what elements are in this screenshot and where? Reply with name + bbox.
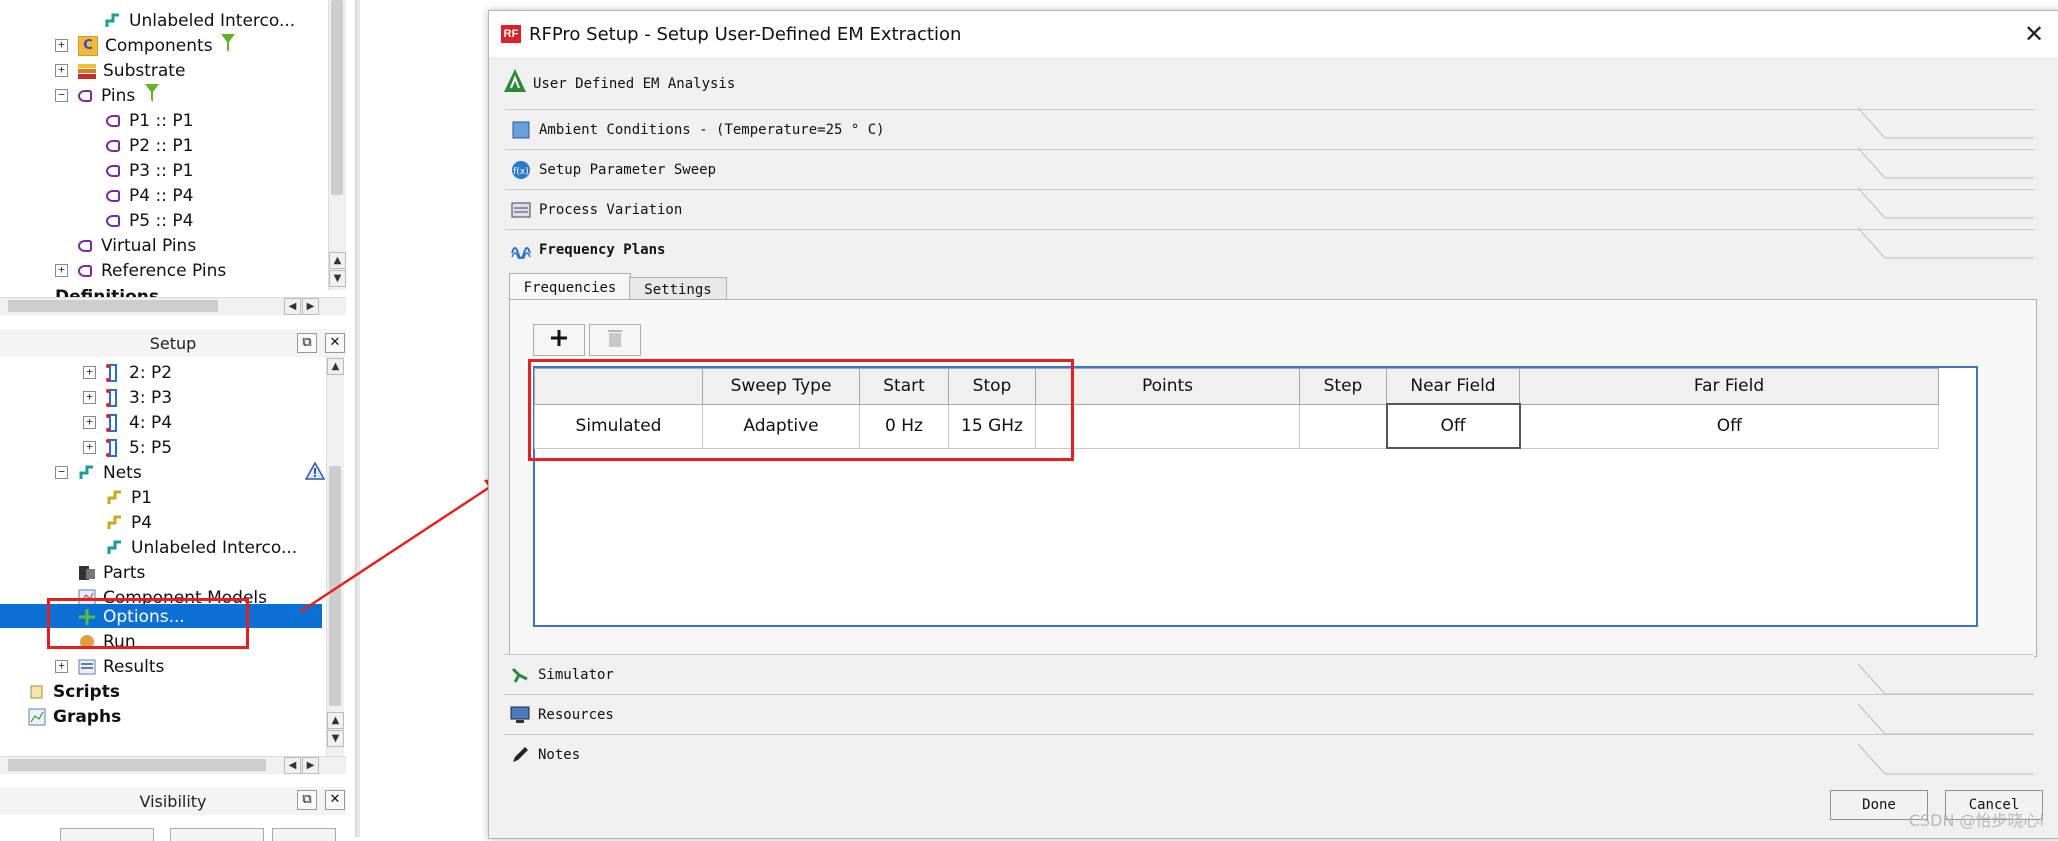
section-tab-decorations bbox=[1857, 107, 2034, 775]
watermark-text: CSDN @怡步晓心l bbox=[1908, 811, 2044, 830]
